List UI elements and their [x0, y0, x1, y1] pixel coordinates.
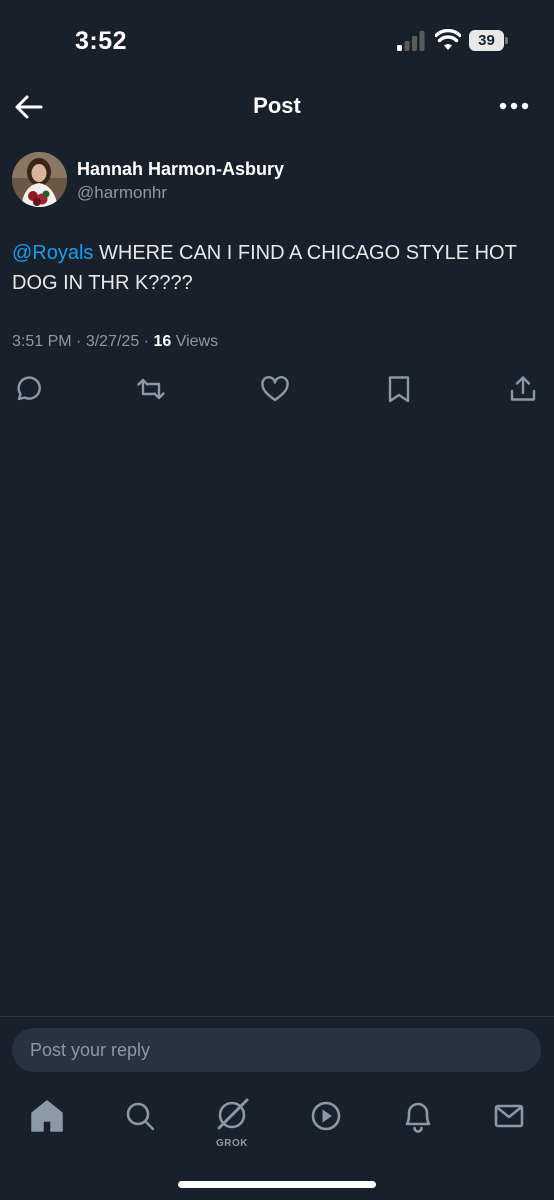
signal-icon	[397, 31, 425, 51]
tab-notifications[interactable]	[398, 1096, 438, 1136]
more-horizontal-icon	[499, 102, 529, 110]
post-meta: 3:51 PM · 3/27/25 · 16 Views	[12, 333, 218, 351]
reply-icon	[17, 376, 41, 401]
like-icon	[261, 376, 289, 402]
avatar[interactable]	[12, 152, 67, 207]
page-title: Post	[253, 93, 301, 118]
reply-input[interactable]	[12, 1028, 541, 1072]
grok-icon	[217, 1098, 249, 1130]
reply-divider	[0, 1016, 554, 1017]
more-options-button[interactable]	[498, 98, 530, 114]
meta-separator: ·	[143, 333, 149, 350]
tab-home[interactable]	[27, 1096, 67, 1136]
post-actions	[0, 372, 554, 406]
share-icon	[510, 376, 536, 401]
repost-icon	[137, 378, 165, 400]
reply-box	[12, 1028, 541, 1072]
battery-icon: 39	[469, 30, 509, 52]
post-author: Hannah Harmon-Asbury @harmonhr	[12, 152, 542, 212]
meta-separator: ·	[76, 333, 82, 350]
grok-label: GROK	[216, 1138, 248, 1149]
share-button[interactable]	[508, 374, 538, 404]
battery-level: 39	[478, 32, 495, 49]
messages-icon	[494, 1104, 524, 1128]
views-count[interactable]: 16	[153, 333, 171, 350]
repost-button[interactable]	[136, 374, 166, 404]
tab-video[interactable]	[306, 1096, 346, 1136]
tab-messages[interactable]	[489, 1096, 529, 1136]
tab-search[interactable]	[120, 1096, 160, 1136]
video-icon	[311, 1101, 341, 1131]
reply-button[interactable]	[12, 374, 42, 404]
bottom-tab-bar: GROK	[0, 1088, 554, 1158]
battery-tip	[505, 37, 508, 44]
views-label[interactable]: Views	[176, 333, 218, 350]
wifi-icon	[435, 29, 461, 51]
bookmark-button[interactable]	[384, 374, 414, 404]
author-handle[interactable]: @harmonhr	[77, 183, 167, 203]
mention-link[interactable]: @Royals	[12, 242, 93, 264]
notifications-icon	[405, 1102, 431, 1133]
search-icon	[126, 1102, 155, 1131]
post-time: 3:51 PM	[12, 333, 72, 350]
header: Post	[0, 84, 554, 130]
home-icon	[31, 1100, 63, 1132]
author-display-name[interactable]: Hannah Harmon-Asbury	[77, 159, 284, 180]
tab-grok[interactable]: GROK	[212, 1096, 252, 1149]
post-date: 3/27/25	[85, 333, 140, 350]
post-text: @Royals WHERE CAN I FIND A CHICAGO STYLE…	[12, 238, 537, 298]
status-time: 3:52	[75, 27, 128, 55]
status-bar: 3:52 39	[0, 0, 554, 84]
bookmark-icon	[388, 376, 410, 403]
like-button[interactable]	[260, 374, 290, 404]
home-indicator[interactable]	[178, 1181, 376, 1188]
